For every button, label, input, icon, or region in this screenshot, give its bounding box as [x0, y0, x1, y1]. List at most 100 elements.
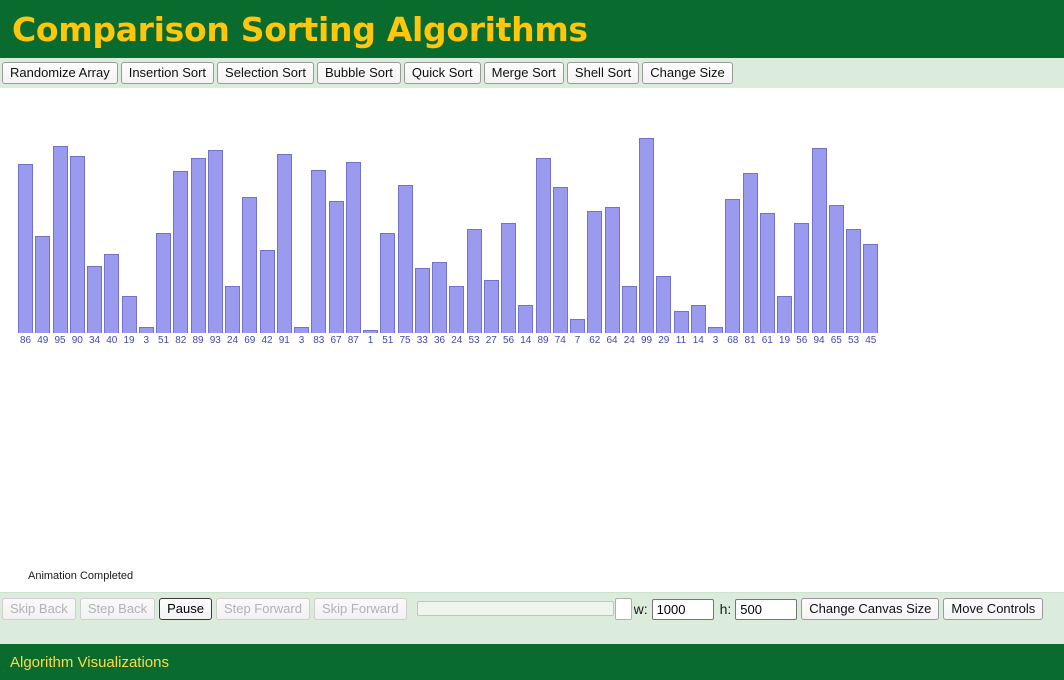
- bar-column: [173, 171, 189, 333]
- bar-column: [759, 213, 775, 333]
- bar-column: [518, 305, 534, 333]
- bar: [69, 156, 85, 333]
- bar-value-label: 51: [157, 335, 170, 346]
- page-header: Comparison Sorting Algorithms: [0, 0, 1064, 58]
- bar-column: [18, 164, 33, 333]
- bar-value-label: 24: [623, 335, 635, 346]
- toolbar-button-change-size[interactable]: Change Size: [642, 62, 733, 84]
- bar-value-label: 11: [675, 335, 687, 346]
- bar-column: [777, 296, 792, 333]
- bar: [846, 229, 861, 333]
- bar-column: [449, 286, 465, 333]
- bar-column: [225, 286, 240, 333]
- bar-value-label: 81: [744, 335, 756, 346]
- bar: [363, 330, 378, 333]
- canvas-height-input[interactable]: [735, 598, 798, 620]
- bar-value-label: 65: [830, 335, 842, 346]
- bar-column: [52, 146, 68, 333]
- canvas-width-input[interactable]: [651, 598, 714, 620]
- bar: [811, 148, 827, 333]
- toolbar-button-shell-sort[interactable]: Shell Sort: [566, 62, 640, 84]
- toolbar-button-selection-sort[interactable]: Selection Sort: [217, 62, 314, 84]
- bar-value-label: 56: [502, 335, 515, 346]
- bar-value-label: 91: [278, 335, 290, 346]
- bar-value-label: 56: [796, 335, 808, 346]
- change-canvas-size-button[interactable]: Change Canvas Size: [801, 598, 940, 620]
- bar-value-label: 45: [865, 335, 877, 346]
- bar-column: [397, 185, 413, 333]
- bar-column: [604, 207, 620, 333]
- bar-value-label: 19: [123, 335, 135, 346]
- bar: [294, 327, 309, 333]
- toolbar-button-randomize-array[interactable]: Randomize Array: [2, 62, 118, 84]
- bar-value-label: 42: [261, 335, 273, 346]
- bar: [242, 197, 258, 333]
- playback-button-pause[interactable]: Pause: [159, 598, 212, 620]
- algorithm-toolbar: Randomize Array Insertion Sort Selection S…: [0, 58, 1064, 88]
- toolbar-button-insertion-sort[interactable]: Insertion Sort: [120, 62, 215, 84]
- bar: [380, 233, 396, 333]
- bar: [673, 311, 689, 333]
- bar: [259, 250, 275, 333]
- slider-thumb[interactable]: [614, 598, 632, 620]
- bar-column: [483, 280, 499, 333]
- footer-home-link[interactable]: Algorithm Visualizations: [0, 654, 169, 671]
- bar-column: [552, 187, 568, 333]
- bar-value-label: 75: [399, 335, 411, 346]
- bar-value-label: 61: [761, 335, 773, 346]
- bar: [449, 286, 465, 333]
- bar: [552, 187, 568, 333]
- bar: [414, 268, 430, 333]
- bar-column: [138, 327, 154, 333]
- bar-column: [345, 162, 361, 333]
- bar-column: [311, 170, 327, 333]
- bar-value-label: 27: [485, 335, 497, 346]
- bar: [35, 236, 51, 333]
- bar-column: [363, 330, 378, 333]
- bar: [690, 305, 706, 333]
- bar-column: [121, 296, 137, 333]
- bar: [570, 319, 585, 333]
- bar-column: [811, 148, 827, 333]
- bar-column: [190, 158, 206, 333]
- bar-column: [259, 250, 275, 333]
- bar-value-label: 69: [244, 335, 256, 346]
- toolbar-button-merge-sort[interactable]: Merge Sort: [483, 62, 564, 84]
- playback-button-skip-back: Skip Back: [2, 598, 76, 620]
- toolbar-button-quick-sort[interactable]: Quick Sort: [403, 62, 481, 84]
- animation-speed-slider[interactable]: [416, 598, 632, 620]
- slider-track[interactable]: [416, 601, 614, 616]
- bar: [207, 150, 223, 333]
- bar-column: [656, 276, 672, 333]
- bar-column: [570, 319, 585, 333]
- bar: [587, 211, 603, 333]
- bar-column: [846, 229, 861, 333]
- playback-buttons-group: Skip Back Step Back Pause Step Forward Skip …: [2, 598, 407, 620]
- bar-value-label: 53: [468, 335, 480, 346]
- bar: [225, 286, 240, 333]
- bar: [466, 229, 482, 333]
- playback-control-bar: Skip Back Step Back Pause Step Forward Skip …: [0, 592, 1064, 644]
- bar-column: [690, 305, 706, 333]
- bar-column: [794, 223, 810, 333]
- bar: [518, 305, 534, 333]
- bar-value-label: 89: [192, 335, 204, 346]
- move-controls-button[interactable]: Move Controls: [943, 598, 1044, 620]
- bar-column: [742, 173, 758, 333]
- bar: [18, 164, 33, 333]
- bar-column: [673, 311, 689, 333]
- bar-value-label: 99: [640, 335, 653, 346]
- bar-value-label: 86: [19, 335, 32, 346]
- bar-value-label: 14: [692, 335, 704, 346]
- bar: [501, 223, 516, 333]
- bar-value-label: 3: [298, 335, 305, 346]
- bar-column: [276, 154, 292, 333]
- bar-column: [294, 327, 309, 333]
- bar-value-label: 24: [451, 335, 463, 346]
- bar: [708, 327, 723, 333]
- playback-button-step-forward: Step Forward: [215, 598, 310, 620]
- bar-column: [828, 205, 844, 333]
- animation-status-text: Animation Completed: [28, 570, 134, 582]
- app-root: Comparison Sorting Algorithms Randomize …: [0, 0, 1064, 680]
- toolbar-button-bubble-sort[interactable]: Bubble Sort: [316, 62, 401, 84]
